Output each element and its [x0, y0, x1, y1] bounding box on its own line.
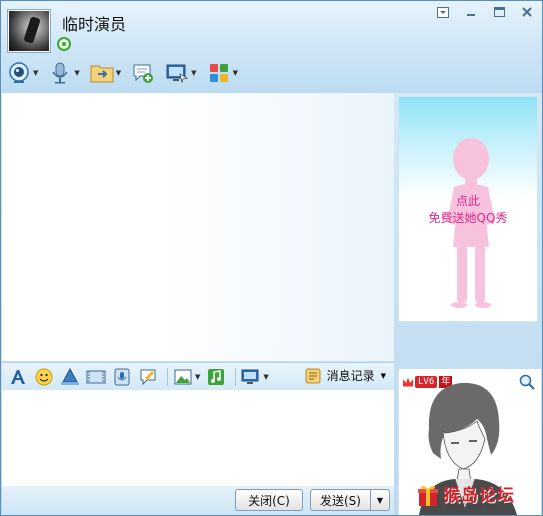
online-status-icon[interactable]	[57, 37, 71, 51]
shake-window-button[interactable]	[59, 366, 81, 388]
shake-icon	[61, 367, 79, 385]
voice-message-icon	[114, 368, 130, 385]
dropdown-box-icon	[437, 6, 449, 18]
screen-capture-icon	[86, 370, 106, 383]
maximize-button[interactable]	[488, 4, 510, 20]
chevron-down-icon[interactable]: ▼	[233, 69, 238, 77]
music-button[interactable]	[205, 366, 227, 388]
send-button[interactable]: 发送(S)	[310, 489, 370, 511]
self-show-panel[interactable]: LV6 年 猴岛论坛 BBS.HOUDAO.COM	[398, 369, 541, 515]
chat-window: 临时演员 ▼ ▼ ▼ ▼ ▼ 点此 免费送她QQ秀 ▼ ▼ 消息记录 ▼ 关闭(…	[0, 0, 543, 516]
input-toolbar: ▼ ▼ 消息记录 ▼	[2, 362, 394, 390]
chevron-down-icon[interactable]: ▼	[263, 373, 268, 381]
watermark-logo: 猴岛论坛 BBS.HOUDAO.COM	[417, 479, 541, 513]
music-icon	[208, 368, 225, 385]
scribble-icon	[140, 369, 156, 385]
show-hint-line2[interactable]: 免费送她QQ秀	[399, 209, 537, 226]
maximize-icon	[493, 7, 505, 17]
show-hint-line1: 点此	[455, 194, 480, 208]
message-input[interactable]	[2, 390, 394, 486]
remote-desktop-icon	[166, 64, 189, 83]
microphone-icon	[52, 62, 69, 84]
close-icon	[522, 7, 532, 17]
toolbar-divider	[167, 367, 168, 386]
video-call-button[interactable]: ▼	[7, 61, 38, 85]
send-file-button[interactable]: ▼	[90, 61, 121, 85]
apps-button[interactable]: ▼	[207, 61, 238, 85]
voice-call-button[interactable]: ▼	[48, 61, 80, 85]
window-controls	[432, 4, 538, 20]
close-chat-button[interactable]: 关闭(C)	[235, 489, 303, 511]
screenshot-icon	[241, 369, 259, 384]
send-options-button[interactable]: ▼	[370, 489, 390, 511]
image-icon	[174, 369, 192, 384]
watermark-url: BBS.HOUDAO.COM	[445, 503, 496, 510]
chevron-down-icon[interactable]: ▼	[191, 69, 196, 77]
emoji-icon	[35, 368, 53, 385]
close-button[interactable]	[516, 4, 538, 20]
remote-assist-button[interactable]: ▼	[165, 61, 197, 85]
contact-avatar[interactable]	[8, 10, 50, 52]
emoji-button[interactable]	[33, 366, 55, 388]
chat-add-icon	[133, 64, 154, 83]
send-image-button[interactable]	[172, 366, 194, 388]
window-menu-button[interactable]	[432, 4, 454, 20]
minimize-icon	[467, 14, 475, 16]
voice-message-button[interactable]	[111, 366, 133, 388]
message-history-icon	[305, 368, 321, 383]
font-button[interactable]	[7, 366, 29, 388]
main-toolbar: ▼ ▼ ▼ ▼ ▼	[7, 59, 248, 87]
webcam-icon	[9, 62, 29, 83]
window-header: 临时演员 ▼ ▼ ▼ ▼ ▼	[1, 1, 542, 93]
message-history-label: 消息记录	[326, 369, 375, 383]
screenshot-button[interactable]	[240, 366, 262, 388]
chevron-down-icon: ▼	[376, 495, 384, 505]
video-clip-button[interactable]	[85, 366, 107, 388]
chevron-down-icon[interactable]: ▼	[74, 69, 79, 77]
qq-show-panel[interactable]: 点此 免费送她QQ秀	[398, 96, 538, 322]
toolbar-divider	[235, 367, 237, 386]
apps-grid-icon	[209, 64, 228, 82]
action-bar: 关闭(C) 发送(S) ▼	[2, 486, 394, 515]
contact-name: 临时演员	[62, 15, 127, 34]
minimize-button[interactable]	[460, 4, 482, 20]
message-history-button[interactable]: 消息记录 ▼	[305, 367, 386, 384]
chevron-down-icon[interactable]: ▼	[381, 372, 386, 380]
gift-icon	[418, 485, 438, 506]
create-discussion-button[interactable]	[131, 61, 155, 85]
folder-transfer-icon	[90, 65, 114, 83]
font-icon	[11, 369, 25, 384]
message-history-area[interactable]	[2, 93, 394, 361]
chevron-down-icon[interactable]: ▼	[195, 373, 200, 381]
chevron-down-icon[interactable]: ▼	[33, 69, 38, 77]
chevron-down-icon[interactable]: ▼	[116, 69, 121, 77]
scribble-button[interactable]	[137, 366, 159, 388]
